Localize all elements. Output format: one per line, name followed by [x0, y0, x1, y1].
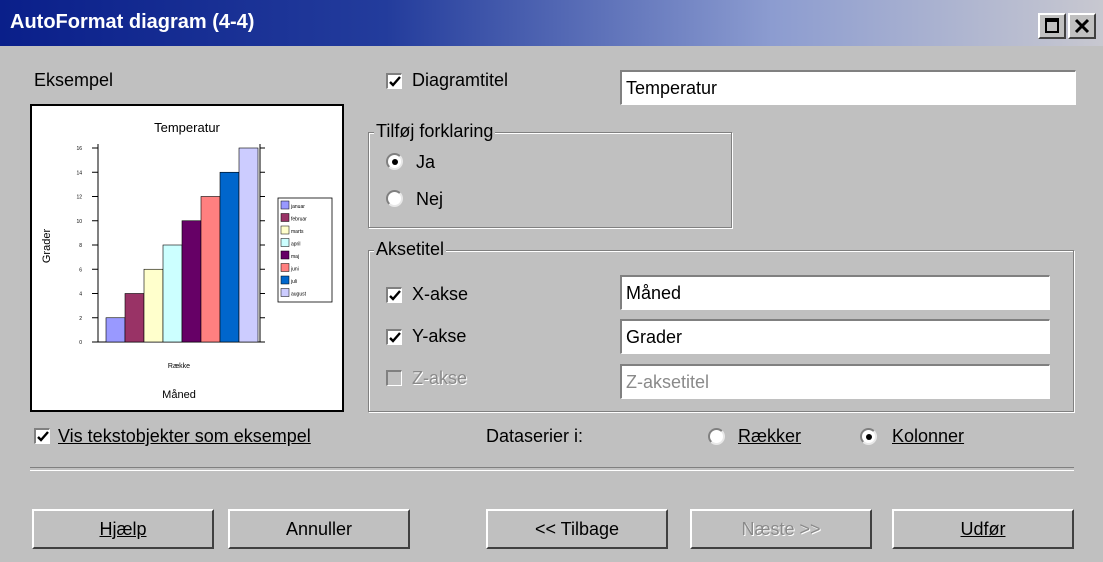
legend-label: juli [290, 279, 297, 285]
check-icon [37, 431, 49, 442]
legend-label: maj [291, 254, 299, 260]
legend-group [368, 132, 732, 228]
legend-swatch [280, 213, 290, 222]
diagram-title-checkbox[interactable] [386, 73, 402, 89]
bar [124, 293, 145, 343]
check-icon [389, 332, 401, 343]
category-label: Række [168, 363, 190, 370]
legend-swatch [280, 250, 290, 260]
y-axis-checkbox[interactable] [386, 329, 402, 345]
x-axis-label: X-akse [412, 284, 469, 304]
columns-label: Kolonner [892, 426, 965, 446]
help-button[interactable]: Hjælp [32, 509, 214, 549]
minimize-button[interactable] [1038, 13, 1066, 39]
z-axis-checkbox[interactable] [386, 370, 402, 386]
separator [30, 467, 1074, 471]
legend-group-title: Tilføj forklaring [374, 121, 496, 142]
y-tick-label: 12 [76, 195, 82, 201]
legend-yes-radio[interactable] [386, 153, 403, 170]
z-axis-label: Z-akse [412, 368, 468, 388]
minimize-icon [1045, 18, 1059, 33]
y-tick-label: 16 [76, 146, 82, 152]
legend-swatch [280, 275, 290, 285]
legend-no-label: Nej [416, 189, 444, 209]
rows-label: Rækker [738, 426, 802, 446]
check-icon [389, 290, 401, 301]
y-axis-input[interactable]: Grader [620, 319, 1050, 354]
y-tick-label: 4 [79, 292, 82, 298]
y-tick-label: 6 [79, 267, 82, 273]
cancel-button[interactable]: Annuller [228, 509, 410, 549]
legend-yes-label: Ja [416, 152, 436, 172]
y-axis-label: Y-akse [412, 326, 467, 346]
close-icon [1074, 18, 1090, 34]
legend-swatch [280, 200, 290, 210]
legend-label: marts [291, 229, 304, 235]
finish-button[interactable]: Udfør [892, 509, 1074, 549]
diagram-title-label: Diagramtitel [412, 70, 509, 90]
close-button[interactable] [1068, 13, 1096, 39]
y-tick-label: 10 [76, 219, 82, 225]
legend-swatch [280, 238, 290, 247]
y-axis-title: Grader [41, 229, 53, 264]
legend-label: april [291, 242, 300, 248]
bar [181, 220, 202, 343]
legend-swatch [280, 263, 290, 272]
legend-swatch [280, 225, 290, 235]
z-axis-input[interactable]: Z-aksetitel [620, 364, 1050, 399]
preview-label: Eksempel [34, 70, 114, 90]
next-button[interactable]: Næste >> [690, 509, 872, 549]
bar [162, 244, 183, 343]
x-axis-input[interactable]: Måned [620, 275, 1050, 310]
diagram-title-input[interactable]: Temperatur [620, 70, 1076, 105]
bar [238, 147, 259, 343]
legend-label: juni [290, 267, 299, 273]
bar [143, 268, 164, 343]
bar [105, 317, 126, 343]
legend-no-radio[interactable] [386, 190, 403, 207]
show-text-checkbox[interactable] [34, 428, 50, 444]
legend-label: august [291, 292, 307, 298]
y-tick-label: 14 [76, 170, 82, 176]
y-tick-label: 8 [79, 243, 82, 249]
bar [200, 196, 221, 343]
window-title: AutoFormat diagram (4-4) [10, 11, 255, 33]
title-bar[interactable]: AutoFormat diagram (4-4) [0, 0, 1103, 46]
back-button[interactable]: << Tilbage [486, 509, 668, 549]
bar [219, 171, 240, 343]
rows-radio[interactable] [708, 428, 725, 445]
legend-label: januar [290, 204, 305, 210]
legend-swatch [280, 288, 290, 297]
chart-title: Temperatur [154, 120, 220, 135]
axis-group-title: Aksetitel [374, 239, 447, 260]
y-tick-label: 0 [79, 340, 82, 346]
legend-label: februar [291, 217, 307, 223]
show-text-label: Vis tekstobjekter som eksempel [58, 426, 311, 446]
x-axis-checkbox[interactable] [386, 287, 402, 303]
y-tick-label: 2 [79, 316, 82, 322]
preview-chart: Temperatur 0 2 4 6 8 10 12 14 16 Grader Række Måned j… [41, 120, 333, 401]
data-series-label: Dataserier i: [486, 426, 584, 446]
x-axis-title: Måned [162, 389, 196, 401]
columns-radio[interactable] [860, 428, 877, 445]
chart-preview: Temperatur 0 2 4 6 8 10 12 14 16 Grader Række Måned j… [30, 104, 344, 412]
check-icon [389, 76, 401, 87]
